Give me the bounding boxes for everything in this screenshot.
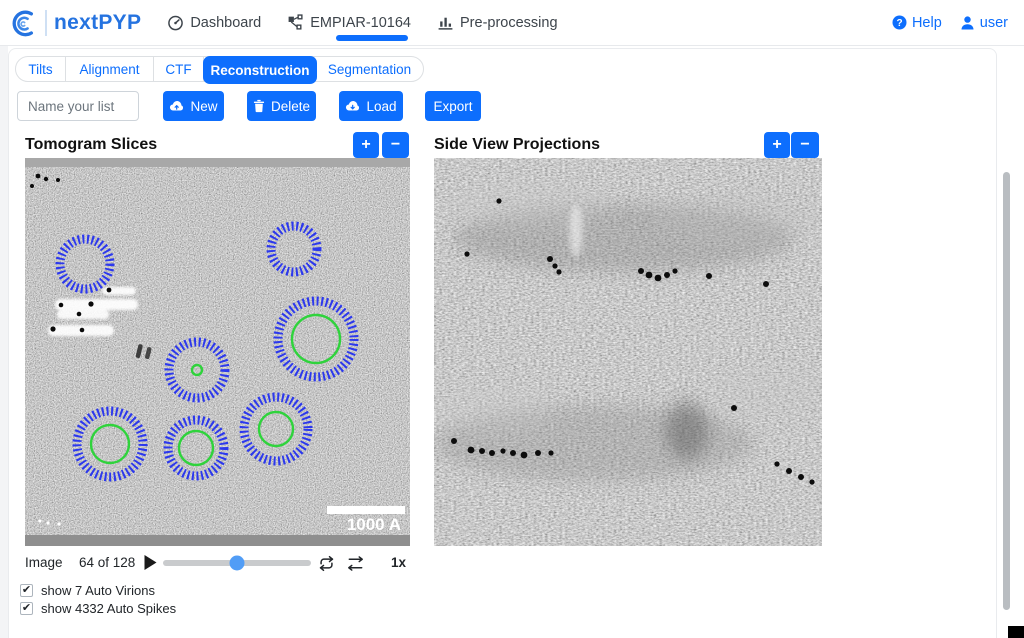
image-slider[interactable] xyxy=(163,560,311,566)
nav-project-empiar[interactable]: EMPIAR-10164 xyxy=(287,14,411,31)
page-scrollbar-thumb[interactable] xyxy=(1003,172,1010,610)
tomogram-slices-title: Tomogram Slices xyxy=(25,132,157,158)
nav-dashboard-label: Dashboard xyxy=(190,15,261,31)
page-gutter xyxy=(0,46,8,638)
scale-bar-label: 1000 A xyxy=(347,515,401,534)
nav-preprocessing-label: Pre-processing xyxy=(460,15,558,31)
tab-tilts[interactable]: Tilts xyxy=(16,57,66,81)
load-button[interactable]: Load xyxy=(339,91,403,121)
show-virions-row: ✔ show 7 Auto Virions xyxy=(9,583,409,599)
scrolled-tab-indicator xyxy=(336,35,408,41)
help-link[interactable]: ? Help xyxy=(892,15,942,31)
new-button[interactable]: New xyxy=(163,91,224,121)
image-transport-controls: Image 64 of 128 1x xyxy=(9,553,489,573)
bright-streak xyxy=(569,205,583,257)
main-nav: Dashboard EMPIAR-10164 Pre-proce xyxy=(167,14,557,31)
show-auto-spikes-checkbox[interactable]: ✔ xyxy=(20,602,33,615)
help-label: Help xyxy=(912,15,942,31)
repeat-icon[interactable] xyxy=(318,555,335,572)
new-button-label: New xyxy=(190,99,217,114)
image-counter: 64 of 128 xyxy=(79,553,135,573)
tomogram-slice-image[interactable]: 1000 A xyxy=(25,158,410,546)
show-auto-spikes-label: show 4332 Auto Spikes xyxy=(41,601,176,617)
delete-button-label: Delete xyxy=(271,99,310,114)
cloud-upload-icon xyxy=(169,100,184,113)
export-button-label: Export xyxy=(433,99,472,114)
checkmark-icon: ✔ xyxy=(22,603,31,614)
user-label: user xyxy=(980,15,1008,31)
export-button[interactable]: Export xyxy=(425,91,481,121)
navbar-right: ? Help user xyxy=(892,15,1008,31)
slider-thumb[interactable] xyxy=(230,556,245,571)
side-view-zoom-in-button[interactable]: + xyxy=(764,132,790,158)
tab-alignment[interactable]: Alignment xyxy=(66,57,154,81)
content-card: Tilts Alignment CTF Reconstruction Segme… xyxy=(8,48,997,638)
nextpyp-logo-icon xyxy=(8,8,38,38)
screen-corner-artifact xyxy=(1008,626,1024,638)
side-view-zoom-out-button[interactable]: − xyxy=(791,132,819,158)
chart-icon xyxy=(437,14,454,31)
brand-name: nextPYP xyxy=(54,11,141,35)
play-button[interactable] xyxy=(144,555,157,570)
side-view-projection-image[interactable] xyxy=(434,158,822,546)
scale-bar xyxy=(327,506,405,514)
nav-preprocessing[interactable]: Pre-processing xyxy=(437,14,558,31)
user-icon xyxy=(960,15,975,30)
load-button-label: Load xyxy=(366,99,396,114)
svg-text:?: ? xyxy=(896,18,902,29)
list-name-input[interactable] xyxy=(17,91,139,121)
swap-direction-icon[interactable] xyxy=(347,555,364,572)
help-icon: ? xyxy=(892,15,907,30)
tab-bar: Tilts Alignment CTF Reconstruction Segme… xyxy=(15,56,424,82)
gauge-icon xyxy=(167,14,184,31)
brand-home-link[interactable]: nextPYP xyxy=(8,8,141,38)
image-label: Image xyxy=(25,553,63,573)
show-auto-virions-label: show 7 Auto Virions xyxy=(41,583,155,599)
playback-speed[interactable]: 1x xyxy=(391,553,406,573)
nextpyp-app: nextPYP Dashboard EMPIAR-10164 xyxy=(0,0,1024,638)
tomogram-zoom-in-button[interactable]: + xyxy=(353,132,379,158)
workflow-icon xyxy=(287,14,304,31)
tab-segmentation[interactable]: Segmentation xyxy=(316,57,423,81)
checkmark-icon: ✔ xyxy=(22,585,31,596)
nav-project-label: EMPIAR-10164 xyxy=(310,15,411,31)
tomogram-zoom-out-button[interactable]: − xyxy=(382,132,409,158)
tab-reconstruction[interactable]: Reconstruction xyxy=(203,56,317,84)
show-spikes-row: ✔ show 4332 Auto Spikes xyxy=(9,601,409,617)
delete-button[interactable]: Delete xyxy=(247,91,316,121)
trash-icon xyxy=(253,99,265,113)
user-menu[interactable]: user xyxy=(960,15,1008,31)
tab-ctf[interactable]: CTF xyxy=(154,57,204,81)
top-navbar: nextPYP Dashboard EMPIAR-10164 xyxy=(0,0,1024,46)
show-auto-virions-checkbox[interactable]: ✔ xyxy=(20,584,33,597)
brand-divider xyxy=(45,10,47,36)
cloud-download-icon xyxy=(345,100,360,113)
nav-dashboard[interactable]: Dashboard xyxy=(167,14,261,31)
side-view-title: Side View Projections xyxy=(434,132,600,158)
